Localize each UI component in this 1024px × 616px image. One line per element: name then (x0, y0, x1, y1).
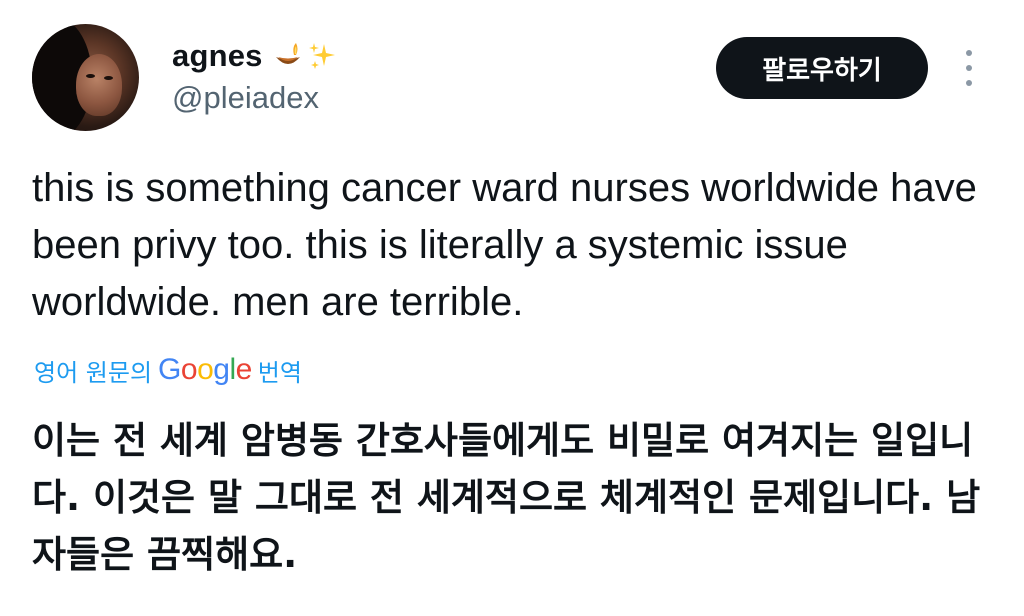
translation-prefix: 영어 원문의 (34, 358, 153, 387)
translation-attribution[interactable]: 영어 원문의 Google 번역 (34, 350, 302, 390)
display-name[interactable]: agnes (172, 38, 263, 74)
tweet-text: this is something cancer ward nurses wor… (32, 166, 977, 324)
follow-button[interactable]: 팔로우하기 (716, 37, 928, 99)
more-options-icon[interactable] (958, 50, 980, 86)
diya-lamp-icon (273, 41, 303, 71)
user-handle[interactable]: @pleiadex (172, 80, 337, 116)
translation-suffix: 번역 (257, 358, 302, 387)
display-name-row: agnes (172, 36, 337, 76)
user-info: agnes @pleiadex (172, 36, 337, 116)
tweet-header: agnes @pleiadex 팔로우하기 (0, 0, 1024, 150)
sparkles-icon (307, 41, 337, 71)
avatar[interactable] (32, 24, 139, 131)
translated-tweet-text: 이는 전 세계 암병동 간호사들에게도 비밀로 여겨지는 일입니다. 이것은 말… (32, 419, 981, 576)
google-logo: Google (158, 353, 252, 386)
